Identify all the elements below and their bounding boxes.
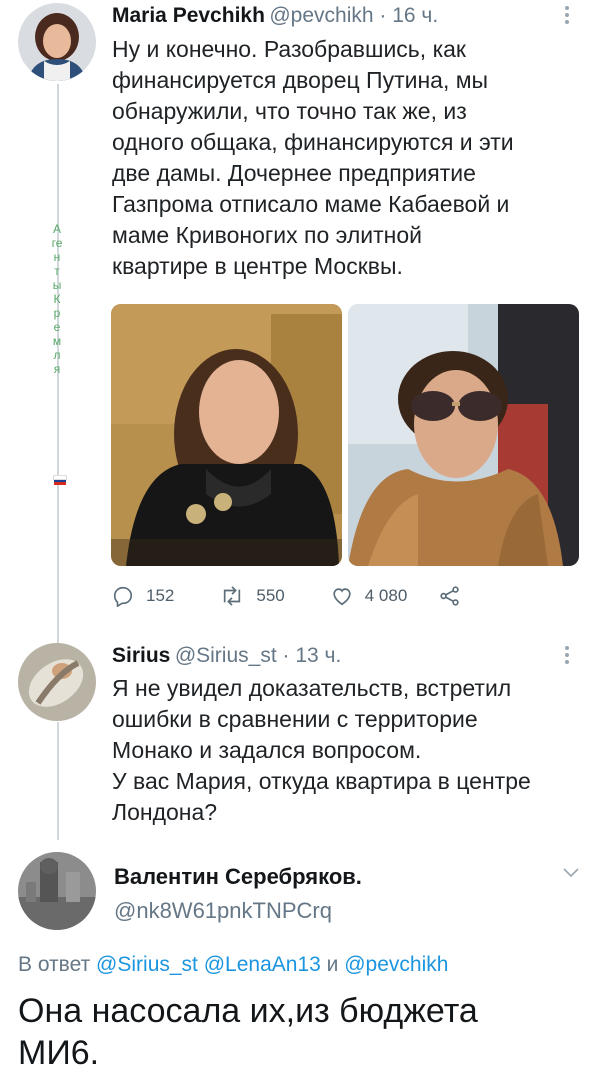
author-name[interactable]: Maria Pevchikh [112,4,265,27]
text-line: маме Кривоногих по элитной [112,222,423,248]
retweet-icon [224,586,241,606]
avatar-sirius-image [18,643,96,721]
author-name[interactable]: Sirius [112,644,170,667]
text-line: Монако и задался вопросом. [112,737,422,763]
reply-and: и [320,953,345,976]
thread-line-2 [57,722,59,840]
tweet2-header: Sirius @Sirius_st · 13 ч. [112,644,341,668]
author-handle-time: @pevchikh · 16 ч. [269,4,439,27]
like-button[interactable]: 4 080 [331,585,408,607]
tweet1-header: Maria Pevchikh @pevchikh · 16 ч. [112,4,438,28]
avatar-maria[interactable] [18,3,96,81]
avatar-maria-image [18,3,96,81]
tweet-photo-2[interactable] [348,304,579,566]
reply-button[interactable]: 152 [112,585,174,607]
reply-mention-last-link[interactable]: @pevchikh [344,953,448,976]
retweet-button[interactable]: 550 [220,585,285,607]
text-line: МИ6. [18,1034,100,1072]
text-line: обнаружили, что точно так же, из [112,98,467,124]
avatar-sirius[interactable] [18,643,96,721]
text-line: финансируется дворец Путина, мы [112,67,489,93]
retweet-count: 550 [256,586,285,605]
reply-icon [113,586,133,607]
reply-count: 152 [146,586,175,605]
reply-mentions-link[interactable]: @Sirius_st @LenaAn13 [96,953,321,976]
chevron-down-icon[interactable] [563,868,579,878]
more-vertical-icon[interactable] [565,6,569,27]
reply-prefix: В ответ [18,953,97,976]
thread-side-text: Агенты Кремля [51,222,63,376]
text-line: квартире в центре Москвы. [112,253,403,279]
like-icon [333,588,351,606]
text-line: Ну и конечно. Разобравшись, как [112,36,466,62]
avatar-valentin[interactable] [18,852,96,930]
photo-2-image [348,304,579,566]
text-line: одного общака, финансируются и эти [112,129,514,155]
share-icon [440,586,460,606]
author-handle-time: @Sirius_st · 13 ч. [174,644,342,667]
author-handle[interactable]: @nk8W61pnkTNPCrq [114,898,332,924]
text-line: Она насосала их,из бюджета [18,992,478,1030]
text-line: ошибки в сравнении с территорие [112,706,478,732]
text-line: Лондона? [112,799,218,825]
tweet3-text: Она насосала их,из бюджета МИ6. [18,990,588,1074]
more-vertical-icon[interactable] [565,646,569,667]
text-line: две дамы. Дочернее предприятие [112,160,476,186]
tweet1-actions: 152 550 4 080 [112,585,519,607]
like-count: 4 080 [364,586,408,605]
text-line: У вас Мария, откуда квартира в центре [112,768,531,794]
avatar-valentin-image [18,852,96,930]
russian-flag-icon [53,475,67,485]
author-name[interactable]: Валентин Серебряков. [114,864,362,890]
reply-context: В ответ @Sirius_st @LenaAn13 и @pevchikh [18,953,448,977]
tweet-photo-1[interactable] [111,304,342,566]
photo-1-image [111,304,342,566]
tweet2-text: Я не увидел доказательств, встретил ошиб… [112,673,592,828]
text-line: Я не увидел доказательств, встретил [112,675,512,701]
tweet1-text: Ну и конечно. Разобравшись, как финансир… [112,34,582,282]
share-button[interactable] [439,585,473,607]
text-line: Газпрома отписало маме Кабаевой и [112,191,510,217]
